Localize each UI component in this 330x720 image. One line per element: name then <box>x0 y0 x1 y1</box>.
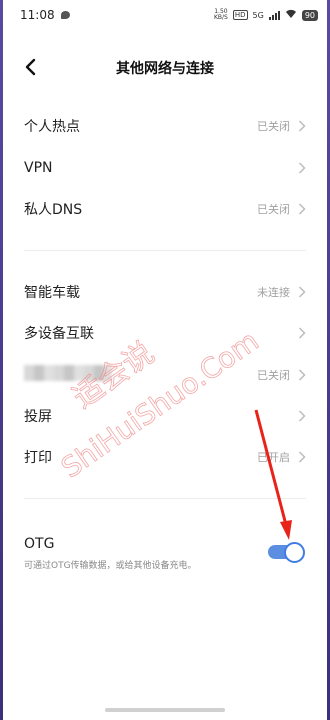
row-label: VPN <box>24 160 53 176</box>
row-label: 打印 <box>24 450 52 466</box>
row-print[interactable]: 打印 已开启 <box>0 437 330 477</box>
chevron-right-icon <box>298 410 306 422</box>
battery-icon: 90 <box>301 9 318 21</box>
blurred-label <box>24 365 112 381</box>
row-status: 未连接 <box>257 286 290 299</box>
chevron-right-icon <box>298 286 306 298</box>
chevron-right-icon <box>298 369 306 381</box>
chevron-right-icon <box>298 451 306 463</box>
page-title: 其他网络与连接 <box>116 61 214 77</box>
chevron-right-icon <box>298 120 306 132</box>
otg-description: 可通过OTG传输数据，或给其他设备充电。 <box>24 561 197 571</box>
row-label <box>24 365 257 385</box>
row-label: 私人DNS <box>24 202 83 218</box>
row-smart-car[interactable]: 智能车载 未连接 <box>0 272 330 312</box>
row-status: 已关闭 <box>257 203 290 216</box>
row-multi-device[interactable]: 多设备互联 <box>0 313 330 353</box>
row-label: 投屏 <box>24 409 52 425</box>
row-label: 多设备互联 <box>24 326 94 342</box>
row-status: 已关闭 <box>257 120 290 133</box>
section-divider <box>24 498 306 499</box>
row-label: 智能车载 <box>24 285 80 301</box>
status-right: 1.50 KB/S HD 5G 90 <box>214 9 318 22</box>
row-vpn[interactable]: VPN <box>0 148 330 188</box>
chevron-right-icon <box>298 327 306 339</box>
hd-badge: HD <box>232 10 248 20</box>
otg-toggle[interactable] <box>268 542 305 563</box>
chevron-right-icon <box>298 162 306 174</box>
message-bubble-icon <box>60 11 70 19</box>
section-divider <box>24 250 306 251</box>
status-left: 11:08 <box>20 8 70 22</box>
network-speed-unit: KB/S <box>213 14 228 21</box>
chevron-right-icon <box>298 203 306 215</box>
row-screen-cast[interactable]: 投屏 <box>0 396 330 436</box>
title-bar: 其他网络与连接 <box>0 48 330 88</box>
home-indicator[interactable] <box>105 708 225 712</box>
row-private-dns[interactable]: 私人DNS 已关闭 <box>0 189 330 229</box>
network-speed: 1.50 KB/S <box>214 9 228 21</box>
status-bar: 11:08 1.50 KB/S HD 5G 90 <box>0 0 330 30</box>
wifi-icon <box>285 9 297 22</box>
annotation-arrowhead <box>280 520 292 540</box>
signal-icon <box>268 10 280 20</box>
status-time: 11:08 <box>20 8 55 22</box>
toggle-knob <box>284 542 305 563</box>
row-personal-hotspot[interactable]: 个人热点 已关闭 <box>0 106 330 146</box>
row-blurred-setting[interactable]: 已关闭 <box>0 355 330 395</box>
network-type: 5G <box>252 10 264 20</box>
row-status: 已开启 <box>257 451 290 464</box>
row-status: 已关闭 <box>257 369 290 382</box>
otg-label: OTG <box>24 536 55 552</box>
row-label: 个人热点 <box>24 119 80 135</box>
screen: 11:08 1.50 KB/S HD 5G 90 其他网络与连接 个人热点 已关… <box>0 0 330 720</box>
